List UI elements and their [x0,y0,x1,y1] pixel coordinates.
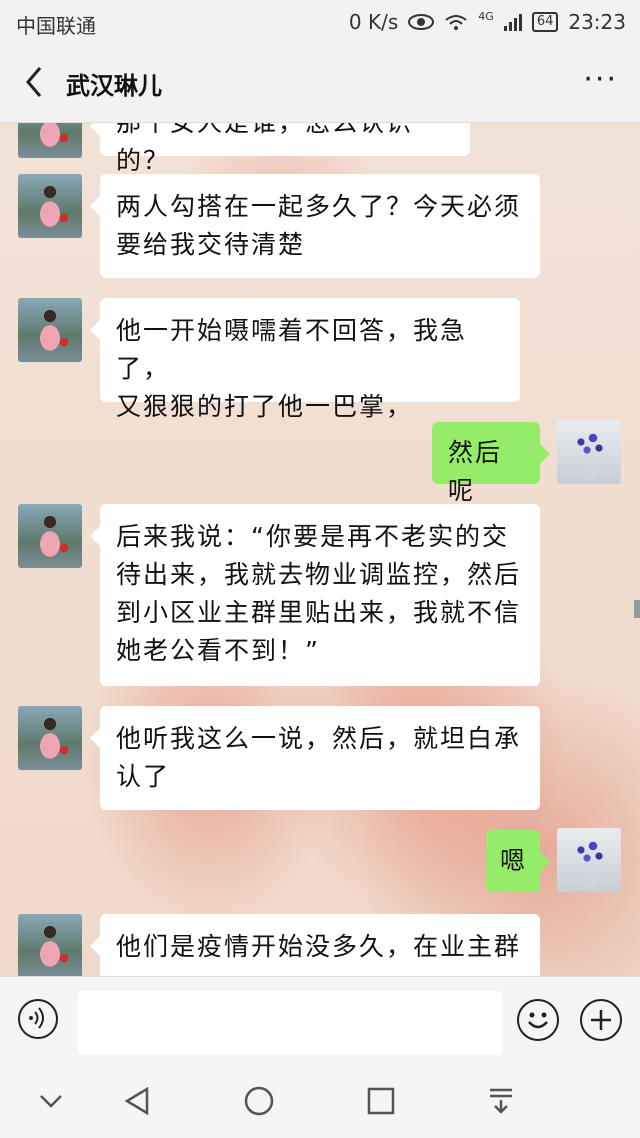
contact-avatar[interactable] [18,174,82,238]
message-text: 两人勾搭在一起多久了？今天必须 [116,192,522,221]
message-text: 到小区业主群里贴出来，我就不信 [116,598,522,627]
home-circle-icon[interactable] [244,1086,274,1116]
chat-header: 武汉琳儿 ··· [0,44,640,123]
contact-avatar[interactable] [18,706,82,770]
more-options-button[interactable]: ··· [583,62,618,97]
message-text: 他一开始嗫嚅着不回答，我急了， [116,316,468,383]
net-speed: 0 K/s [348,10,399,34]
contact-avatar[interactable] [18,298,82,362]
system-nav-bar [0,1064,640,1138]
contact-avatar[interactable] [18,504,82,568]
message-bubble-incoming[interactable]: 他听我这么一说，然后，就坦白承 认了 [90,706,540,810]
chevron-down-icon[interactable] [36,1086,66,1116]
network-type: 4G [478,9,494,23]
scrollbar-thumb[interactable] [634,600,640,618]
message-bubble-incoming[interactable]: 两人勾搭在一起多久了？今天必须 要给我交待清楚 [90,174,540,278]
status-bar: 中国联通 0 K/s 4G 64 23:23 [0,0,640,44]
message-text: 嗯 [500,846,528,875]
message-bubble-outgoing[interactable]: 然后呢 [432,422,550,505]
signal-icon [503,13,522,31]
contact-avatar[interactable] [18,914,82,976]
contact-avatar[interactable] [18,122,82,158]
eye-icon [408,14,435,30]
recents-square-icon[interactable] [366,1086,396,1116]
input-bar [0,976,640,1065]
message-bubble-incoming[interactable]: 他一开始嗫嚅着不回答，我急了， 又狠狠的打了他一巴掌， [90,298,520,421]
message-text: 他听我这么一说，然后，就坦白承 [116,724,522,753]
message-text: 要给我交待清楚 [116,230,306,259]
my-avatar[interactable] [557,420,621,484]
message-text: 又狠狠的打了他一巴掌， [116,392,414,421]
message-text: 认了 [116,762,171,791]
message-bubble-incoming[interactable]: 后来我说：“你要是再不老实的交 待出来，我就去物业调监控，然后 到小区业主群里贴… [90,504,540,686]
my-avatar[interactable] [557,828,621,892]
back-icon[interactable] [20,64,50,100]
message-text: 那个女人是谁，怎么认识的？ [116,122,414,175]
voice-icon[interactable] [18,999,58,1039]
wifi-icon [445,15,467,30]
message-list[interactable]: 那个女人是谁，怎么认识的？ 两人勾搭在一起多久了？今天必须 要给我交待清楚 他一… [0,122,640,976]
carrier-label: 中国联通 [16,14,96,38]
back-triangle-icon[interactable] [122,1086,152,1116]
message-text: 待出来，我就去物业调监控，然后 [116,560,522,589]
chat-title: 武汉琳儿 [66,72,162,100]
message-bubble-incoming[interactable]: 那个女人是谁，怎么认识的？ [90,122,470,175]
message-bubble-outgoing[interactable]: 嗯 [486,830,550,892]
emoji-icon[interactable] [517,999,559,1041]
plus-icon[interactable] [580,999,622,1041]
battery-indicator: 64 [531,12,559,32]
message-text: 他们是疫情开始没多久，在业主群 [116,932,522,961]
message-text: 后来我说：“你要是再不老实的交 [116,522,509,551]
notification-down-icon[interactable] [486,1086,516,1116]
clock: 23:23 [568,10,626,34]
message-input[interactable] [78,991,502,1055]
status-right: 0 K/s 4G 64 23:23 [348,9,626,35]
message-bubble-incoming[interactable]: 他们是疫情开始没多久，在业主群 [90,914,540,976]
message-text: 然后呢 [448,438,503,505]
message-text: 她老公看不到！” [116,636,320,665]
